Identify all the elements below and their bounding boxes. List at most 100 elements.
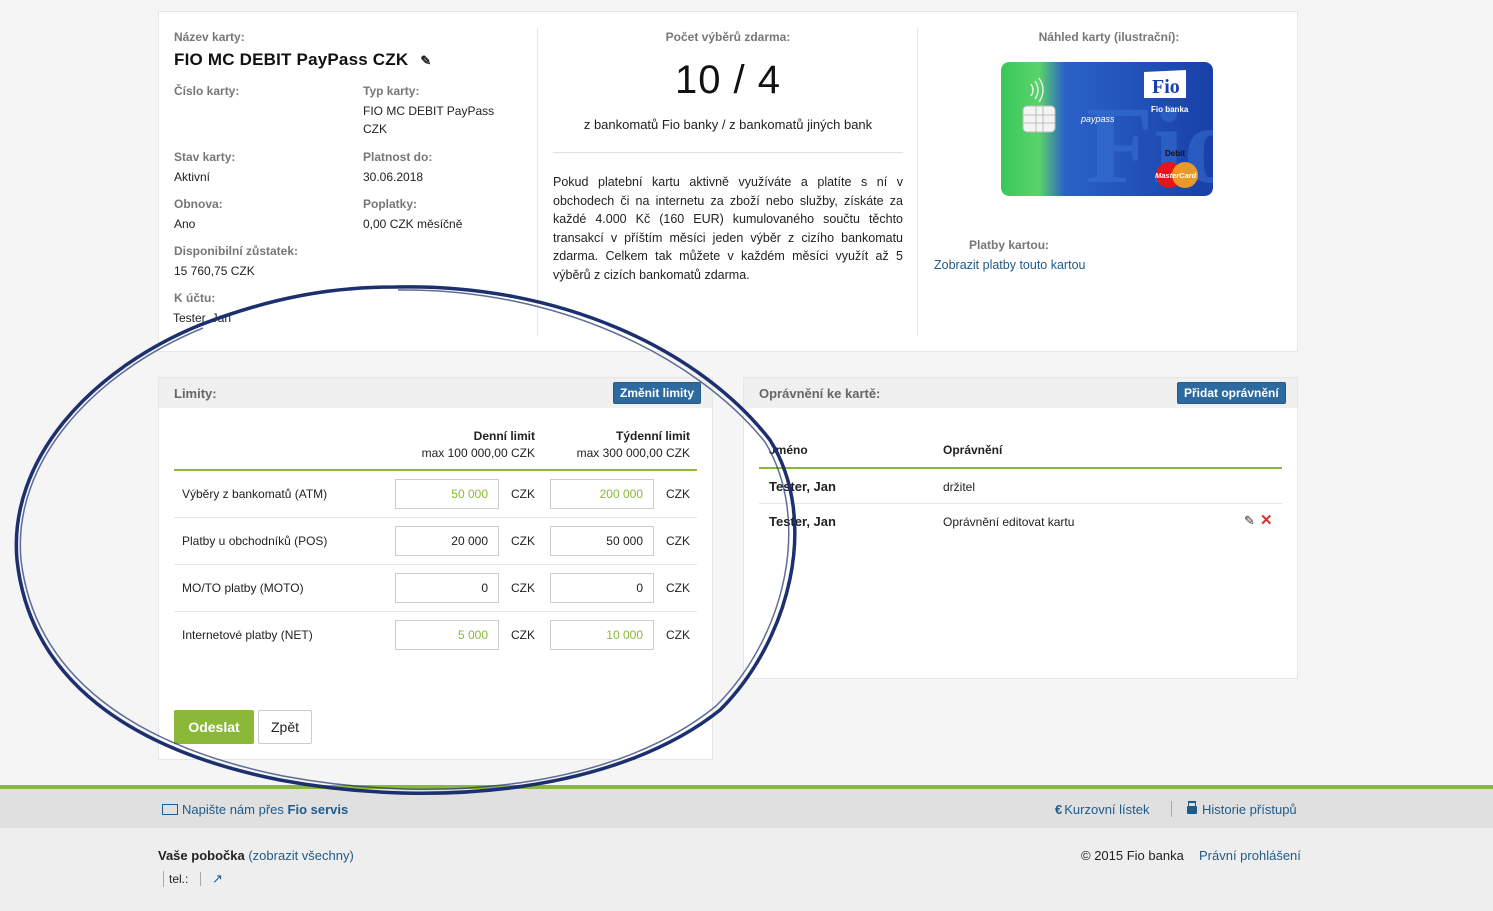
- card-account-value: Tester, Jan: [173, 311, 232, 325]
- euro-icon: €: [1055, 802, 1063, 817]
- add-permission-button[interactable]: Přidat oprávnění: [1177, 382, 1286, 404]
- branch-contact: tel.: ↗: [163, 871, 223, 887]
- card-detail-panel: Název karty: FIO MC DEBIT PayPass CZK ✎ Č…: [158, 11, 1298, 352]
- copyright-text: © 2015 Fio banka: [1081, 848, 1184, 863]
- card-name-label: Název karty:: [174, 30, 245, 44]
- column-divider: [537, 28, 538, 336]
- card-preview-label: Náhled karty (ilustrační):: [1038, 30, 1180, 44]
- show-all-branches-link[interactable]: (zobrazit všechny): [248, 848, 353, 863]
- weekly-limit-input[interactable]: [550, 620, 654, 650]
- lock-icon: [1187, 806, 1197, 814]
- card-debit-text: Debit: [1165, 149, 1185, 158]
- daily-limit-input[interactable]: [395, 573, 499, 603]
- card-renewal-label: Obnova:: [174, 197, 223, 211]
- card-preview-image: Fio Fio Fio banka paypass Debit MasterCa…: [1001, 62, 1213, 196]
- weekly-limit-header: Týdenní limit max 300 000,00 CZK: [544, 428, 690, 462]
- card-name-group: Název karty: FIO MC DEBIT PayPass CZK ✎: [174, 30, 534, 70]
- permissions-title: Oprávnění ke kartě:: [759, 386, 881, 401]
- weekly-limit-max: max 300 000,00 CZK: [576, 446, 690, 460]
- change-limits-button[interactable]: Změnit limity: [613, 382, 702, 404]
- limit-row-moto: MO/TO platby (MOTO) CZK CZK: [174, 565, 697, 612]
- daily-limit-header: Denní limit max 100 000,00 CZK: [389, 428, 535, 462]
- permission-holder-name: Tester, Jan: [769, 514, 836, 529]
- limit-row-label: Výběry z bankomatů (ATM): [182, 487, 328, 501]
- limits-panel-header: Limity: Změnit limity: [159, 378, 712, 408]
- card-renewal-group: Obnova: Ano: [174, 197, 223, 233]
- free-withdrawals-info: Pokud platební kartu aktivně využíváte a…: [553, 175, 903, 282]
- weekly-limit-input[interactable]: [550, 526, 654, 556]
- daily-limit-input[interactable]: [395, 479, 499, 509]
- currency-label: CZK: [666, 581, 690, 595]
- card-mastercard-text: MasterCard: [1155, 171, 1197, 180]
- card-brand-text: Fio: [1152, 76, 1180, 98]
- currency-label: CZK: [666, 534, 690, 548]
- legal-notice-link[interactable]: Právní prohlášení: [1199, 848, 1301, 863]
- daily-limit-max: max 100 000,00 CZK: [421, 446, 535, 460]
- limit-row-label: Platby u obchodníků (POS): [182, 534, 328, 548]
- delete-x-icon[interactable]: ✕: [1260, 511, 1273, 529]
- limits-panel: Limity: Změnit limity Denní limit max 10…: [158, 377, 713, 760]
- weekly-limit-input[interactable]: [550, 573, 654, 603]
- limit-row-label: MO/TO platby (MOTO): [182, 581, 304, 595]
- edit-pencil-icon[interactable]: ✎: [1244, 513, 1255, 529]
- currency-label: CZK: [666, 628, 690, 642]
- daily-limit-input[interactable]: [395, 526, 499, 556]
- currency-label: CZK: [511, 534, 535, 548]
- card-account-label: K účtu:: [174, 291, 216, 305]
- card-fees-group: Poplatky: 0,00 CZK měsíčně: [363, 197, 462, 233]
- currency-label: CZK: [666, 487, 690, 501]
- permissions-panel-header: Oprávnění ke kartě: Přidat oprávnění: [744, 378, 1297, 408]
- card-state-group: Stav karty: Aktivní: [174, 150, 235, 186]
- envelope-icon: [162, 804, 178, 815]
- back-button[interactable]: Zpět: [258, 710, 312, 744]
- footer-bottom: Vaše pobočka (zobrazit všechny) tel.: ↗ …: [0, 828, 1493, 911]
- card-paypass-text: paypass: [1080, 114, 1115, 124]
- send-button[interactable]: Odeslat: [174, 710, 254, 744]
- write-us-text: Napište nám přes: [182, 802, 284, 817]
- permission-type: držitel: [943, 480, 976, 494]
- footer-links-bar: Napište nám přes Fio servis € Kurzovní lí…: [0, 789, 1493, 828]
- card-name-text: FIO MC DEBIT PayPass CZK: [174, 50, 409, 69]
- edit-name-pencil-icon[interactable]: ✎: [420, 53, 431, 69]
- card-type-group: Typ karty: FIO MC DEBIT PayPass CZK: [363, 84, 523, 138]
- limit-row-atm: Výběry z bankomatů (ATM) CZK CZK: [174, 471, 697, 518]
- currency-label: CZK: [511, 581, 535, 595]
- write-us-link[interactable]: Napište nám přes Fio servis: [162, 802, 348, 817]
- branch-label: Vaše pobočka: [158, 848, 245, 863]
- external-link-icon[interactable]: ↗: [212, 871, 223, 886]
- currency-label: CZK: [511, 487, 535, 501]
- exchange-rates-link[interactable]: € Kurzovní lístek: [1055, 802, 1150, 817]
- card-account-group: K účtu: Tester, Jan: [173, 291, 232, 327]
- card-balance-label: Disponibilní zůstatek:: [174, 244, 299, 258]
- card-balance-value: 15 760,75 CZK: [174, 264, 255, 278]
- daily-limit-title: Denní limit: [473, 429, 535, 443]
- limit-row-label: Internetové platby (NET): [182, 628, 313, 642]
- free-withdrawals-count: 10 / 4: [674, 58, 782, 102]
- card-fees-label: Poplatky:: [363, 197, 418, 211]
- table-row: Tester, Jan Oprávnění editovat kartu ✎ ✕: [759, 504, 1282, 539]
- column-header-permission: Oprávnění: [943, 443, 1003, 457]
- free-withdrawals-column: Počet výběrů zdarma: 10 / 4 z bankomatů …: [553, 30, 903, 285]
- limits-title: Limity:: [174, 386, 217, 401]
- card-number-label: Číslo karty:: [174, 84, 240, 98]
- daily-limit-input[interactable]: [395, 620, 499, 650]
- card-type-label: Typ karty:: [363, 84, 420, 98]
- card-renewal-value: Ano: [174, 217, 196, 231]
- column-divider: [917, 28, 918, 336]
- card-bank-text: Fio banka: [1151, 105, 1189, 114]
- limit-row-net: Internetové platby (NET) CZK CZK: [174, 612, 697, 659]
- permission-type: Oprávnění editovat kartu: [943, 515, 1075, 529]
- phone-label: tel.:: [169, 872, 189, 886]
- weekly-limit-title: Týdenní limit: [615, 429, 690, 443]
- weekly-limit-input[interactable]: [550, 479, 654, 509]
- card-state-value: Aktivní: [174, 170, 211, 184]
- show-card-payments-link[interactable]: Zobrazit platby touto kartou: [934, 258, 1085, 272]
- access-history-text: Historie přístupů: [1202, 802, 1297, 817]
- card-validity-group: Platnost do: 30.06.2018: [363, 150, 432, 186]
- table-row: Tester, Jan držitel: [759, 469, 1282, 504]
- card-graphic: Fio Fio Fio banka paypass Debit MasterCa…: [1001, 62, 1213, 196]
- card-fees-value: 0,00 CZK měsíčně: [363, 217, 463, 231]
- free-withdrawals-label: Počet výběrů zdarma:: [665, 30, 791, 44]
- footer-divider: [1171, 801, 1172, 817]
- access-history-link[interactable]: Historie přístupů: [1187, 802, 1297, 817]
